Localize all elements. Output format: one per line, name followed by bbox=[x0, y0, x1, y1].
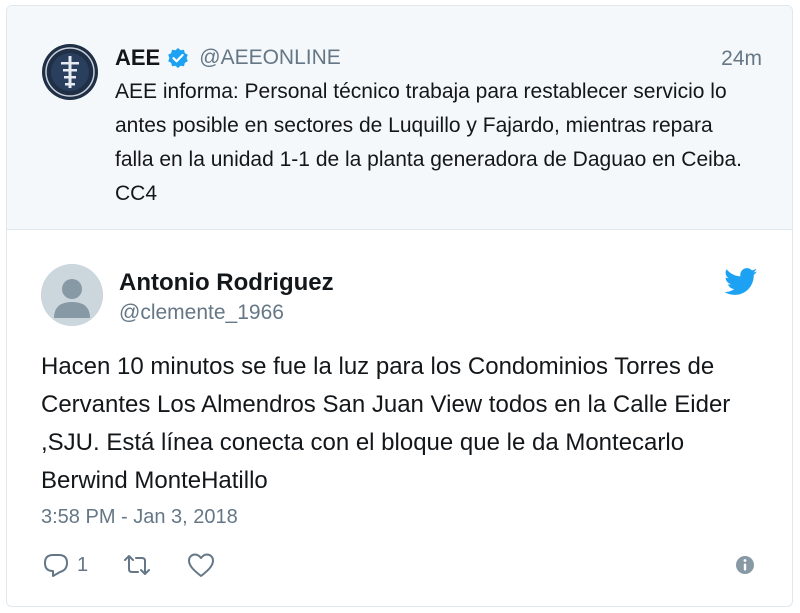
quoted-tweet-time[interactable]: 24m bbox=[721, 47, 762, 71]
aee-logo-avatar[interactable] bbox=[41, 43, 99, 101]
verified-badge-icon bbox=[167, 47, 189, 69]
retweet-button[interactable] bbox=[122, 550, 152, 580]
tweet-actions: 1 bbox=[41, 549, 250, 581]
author-name[interactable]: Antonio Rodriguez bbox=[119, 269, 334, 297]
reply-count: 1 bbox=[77, 553, 89, 576]
info-icon[interactable] bbox=[734, 554, 756, 576]
author-avatar[interactable] bbox=[41, 264, 103, 326]
quoted-tweet-text: AEE informa: Personal técnico trabaja pa… bbox=[115, 80, 742, 205]
author-handle[interactable]: @clemente_1966 bbox=[119, 301, 284, 325]
twitter-bird-icon[interactable] bbox=[724, 268, 758, 296]
like-button[interactable] bbox=[186, 550, 216, 580]
quoted-author-name[interactable]: AEE bbox=[115, 45, 160, 71]
default-profile-icon bbox=[41, 264, 103, 326]
quoted-header: AEE @AEEONLINE bbox=[115, 43, 341, 73]
retweet-icon bbox=[124, 555, 151, 575]
tweet-timestamp[interactable]: 3:58 PM - Jan 3, 2018 bbox=[41, 506, 238, 529]
tweet-card: AEE @AEEONLINE 24m AEE informa: Personal… bbox=[6, 5, 793, 607]
quoted-tweet[interactable]: AEE @AEEONLINE 24m AEE informa: Personal… bbox=[7, 6, 792, 230]
tweet-text: Hacen 10 minutos se fue la luz para los … bbox=[41, 353, 731, 494]
reply-icon bbox=[44, 554, 68, 577]
aee-seal-icon bbox=[42, 44, 98, 100]
quoted-author-handle[interactable]: @AEEONLINE bbox=[199, 46, 341, 70]
heart-icon bbox=[188, 553, 215, 577]
reply-button[interactable]: 1 bbox=[41, 550, 88, 580]
